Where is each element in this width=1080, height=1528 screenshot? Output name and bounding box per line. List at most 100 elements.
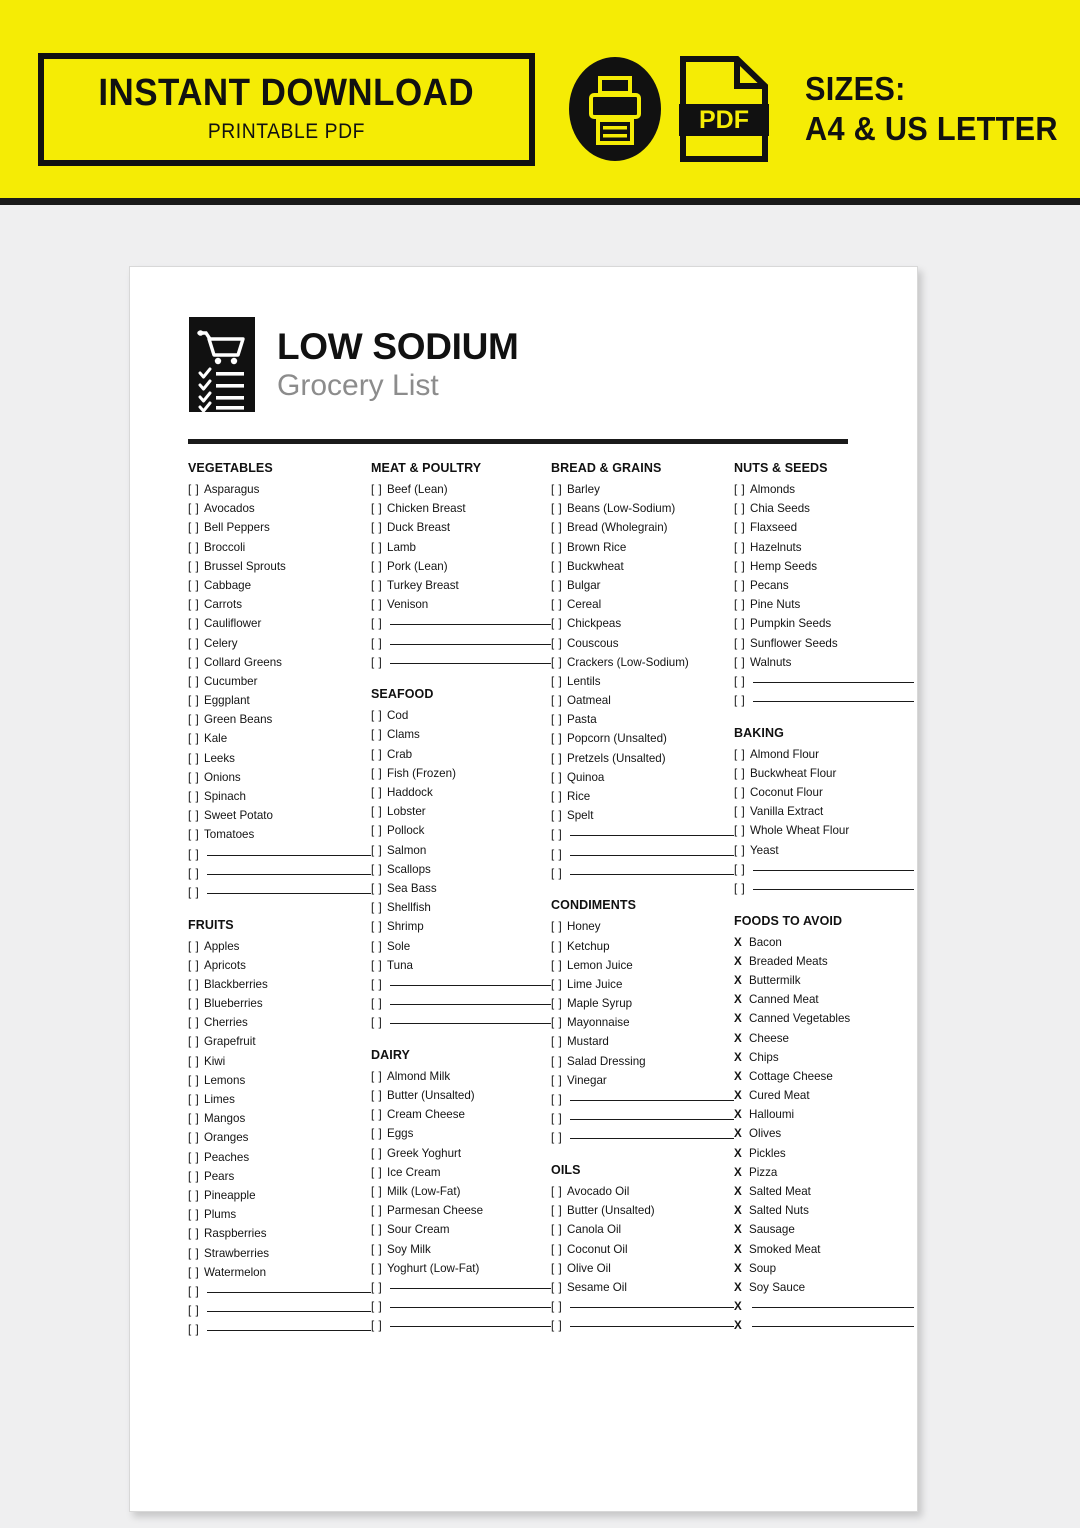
checklist-item[interactable]: [ ] Duck Breast xyxy=(371,522,551,534)
checklist-item[interactable]: [ ] Salmon xyxy=(371,844,551,857)
checkbox-icon[interactable]: [ ] xyxy=(371,484,387,496)
checklist-item[interactable]: [ ] Cherries xyxy=(188,1017,371,1029)
checkbox-icon[interactable]: [ ] xyxy=(734,599,750,611)
checklist-item[interactable]: X Canned Meat xyxy=(734,994,914,1006)
checkbox-icon[interactable]: [ ] xyxy=(371,921,387,933)
checkbox-icon[interactable]: [ ] xyxy=(551,1132,567,1144)
checkbox-icon[interactable]: [ ] xyxy=(371,864,387,876)
write-in-line[interactable] xyxy=(207,1291,371,1293)
checklist-item[interactable]: [ ] Sesame Oil xyxy=(551,1282,734,1294)
checklist-item[interactable]: [ ] Almond Flour xyxy=(734,749,914,761)
checkbox-icon[interactable]: [ ] xyxy=(188,714,204,726)
checklist-item[interactable]: [ ] Brussel Sprouts xyxy=(188,561,371,573)
checklist-item[interactable]: [ ] Pollock xyxy=(371,825,551,837)
checkbox-icon[interactable]: [ ] xyxy=(188,1075,204,1087)
checkbox-icon[interactable]: [ ] xyxy=(551,1056,567,1068)
checklist-blank-row[interactable]: [ ] xyxy=(551,1320,734,1332)
checkbox-icon[interactable]: [ ] xyxy=(551,561,567,573)
checklist-blank-row[interactable]: [ ] xyxy=(371,1282,551,1294)
checkbox-icon[interactable]: [ ] xyxy=(551,714,567,726)
checklist-blank-row[interactable]: [ ] xyxy=(551,829,734,841)
checklist-item[interactable]: [ ] Oranges xyxy=(188,1132,371,1144)
checklist-blank-row[interactable]: [ ] xyxy=(371,998,551,1010)
checklist-item[interactable]: [ ] Bread (Wholegrain) xyxy=(551,522,734,534)
checklist-item[interactable]: [ ] Shrimp xyxy=(371,921,551,933)
checklist-item[interactable]: [ ] Vinegar xyxy=(551,1075,734,1087)
checkbox-icon[interactable]: [ ] xyxy=(188,1267,204,1279)
checkbox-icon[interactable]: [ ] xyxy=(551,1301,567,1313)
checkbox-icon[interactable]: [ ] xyxy=(734,484,750,496)
checkbox-icon[interactable]: [ ] xyxy=(551,1320,567,1332)
checklist-item[interactable]: [ ] Sweet Potato xyxy=(188,810,371,822)
checklist-item[interactable]: [ ] Maple Syrup xyxy=(551,998,734,1010)
write-in-line[interactable] xyxy=(207,854,371,856)
checklist-blank-row[interactable]: [ ] xyxy=(734,695,914,707)
checklist-item[interactable]: [ ] Haddock xyxy=(371,787,551,799)
checkbox-icon[interactable]: [ ] xyxy=(551,1017,567,1029)
checkbox-icon[interactable]: [ ] xyxy=(551,618,567,630)
checklist-item[interactable]: [ ] Lime Juice xyxy=(551,979,734,991)
checkbox-icon[interactable]: [ ] xyxy=(371,729,387,741)
checkbox-icon[interactable]: [ ] xyxy=(188,979,204,991)
checklist-item[interactable]: [ ] Popcorn (Unsalted) xyxy=(551,733,734,745)
checkbox-icon[interactable]: [ ] xyxy=(551,580,567,592)
write-in-line[interactable] xyxy=(753,681,914,683)
avoid-x-icon[interactable]: X xyxy=(734,994,749,1006)
checkbox-icon[interactable]: [ ] xyxy=(371,1090,387,1102)
checklist-blank-row[interactable]: [ ] xyxy=(551,1301,734,1313)
checklist-item[interactable]: [ ] Chia Seeds xyxy=(734,503,914,515)
checkbox-icon[interactable]: [ ] xyxy=(551,772,567,784)
checkbox-icon[interactable]: [ ] xyxy=(188,637,204,650)
checklist-item[interactable]: [ ] Lentils xyxy=(551,676,734,688)
checklist-item[interactable]: [ ] Soy Milk xyxy=(371,1243,551,1256)
checklist-item[interactable]: [ ] Pretzels (Unsalted) xyxy=(551,753,734,765)
checkbox-icon[interactable]: [ ] xyxy=(734,749,750,761)
checklist-blank-row[interactable]: [ ] xyxy=(371,1017,551,1029)
avoid-x-icon[interactable]: X xyxy=(734,956,749,968)
checkbox-icon[interactable]: [ ] xyxy=(371,1263,387,1275)
checklist-blank-row[interactable]: [ ] xyxy=(371,1320,551,1332)
checkbox-icon[interactable]: [ ] xyxy=(188,618,204,630)
write-in-line[interactable] xyxy=(390,1307,551,1309)
avoid-x-icon[interactable]: X xyxy=(734,1090,749,1102)
write-in-line[interactable] xyxy=(390,662,551,664)
checklist-item[interactable]: [ ] Onions xyxy=(188,772,371,784)
checkbox-icon[interactable]: [ ] xyxy=(551,1224,567,1236)
checkbox-icon[interactable]: [ ] xyxy=(551,599,567,611)
checklist-item[interactable]: X Halloumi xyxy=(734,1109,914,1121)
write-in-line[interactable] xyxy=(570,873,734,875)
checklist-item[interactable]: [ ] Collard Greens xyxy=(188,657,371,669)
checklist-item[interactable]: [ ] Sea Bass xyxy=(371,883,551,895)
write-in-line[interactable] xyxy=(390,643,551,645)
checklist-item[interactable]: [ ] Oatmeal xyxy=(551,695,734,707)
checklist-item[interactable]: [ ] Asparagus xyxy=(188,484,371,496)
checkbox-icon[interactable]: [ ] xyxy=(371,979,387,991)
write-in-line[interactable] xyxy=(753,701,914,703)
avoid-x-icon[interactable]: X xyxy=(734,1071,749,1083)
checklist-item[interactable]: [ ] Apricots xyxy=(188,960,371,972)
checklist-blank-row[interactable]: [ ] xyxy=(734,883,914,895)
checklist-item[interactable]: [ ] Bulgar xyxy=(551,580,734,592)
checklist-item[interactable]: [ ] Raspberries xyxy=(188,1228,371,1240)
write-in-line[interactable] xyxy=(570,854,734,856)
checklist-blank-row[interactable]: [ ] xyxy=(734,864,914,876)
checkbox-icon[interactable]: [ ] xyxy=(551,676,567,688)
checkbox-icon[interactable]: [ ] xyxy=(188,1017,204,1029)
checkbox-icon[interactable]: [ ] xyxy=(551,1113,567,1125)
avoid-x-icon[interactable]: X xyxy=(734,1282,749,1294)
checklist-item[interactable]: [ ] Apples xyxy=(188,940,371,953)
checklist-item[interactable]: [ ] Avocado Oil xyxy=(551,1186,734,1198)
checklist-item[interactable]: [ ] Pecans xyxy=(734,580,914,592)
checkbox-icon[interactable]: [ ] xyxy=(188,1305,204,1317)
avoid-x-icon[interactable]: X xyxy=(734,1013,749,1025)
write-in-line[interactable] xyxy=(390,984,551,986)
checklist-item[interactable]: [ ] Mustard xyxy=(551,1036,734,1048)
checklist-item[interactable]: X Soy Sauce xyxy=(734,1282,914,1294)
checkbox-icon[interactable]: [ ] xyxy=(551,829,567,841)
checklist-item[interactable]: [ ] Milk (Low-Fat) xyxy=(371,1186,551,1198)
checkbox-icon[interactable]: [ ] xyxy=(188,772,204,784)
checkbox-icon[interactable]: [ ] xyxy=(734,580,750,592)
checklist-blank-row[interactable]: [ ] xyxy=(551,1132,734,1144)
checklist-item[interactable]: [ ] Sour Cream xyxy=(371,1224,551,1236)
checklist-item[interactable]: [ ] Green Beans xyxy=(188,714,371,726)
